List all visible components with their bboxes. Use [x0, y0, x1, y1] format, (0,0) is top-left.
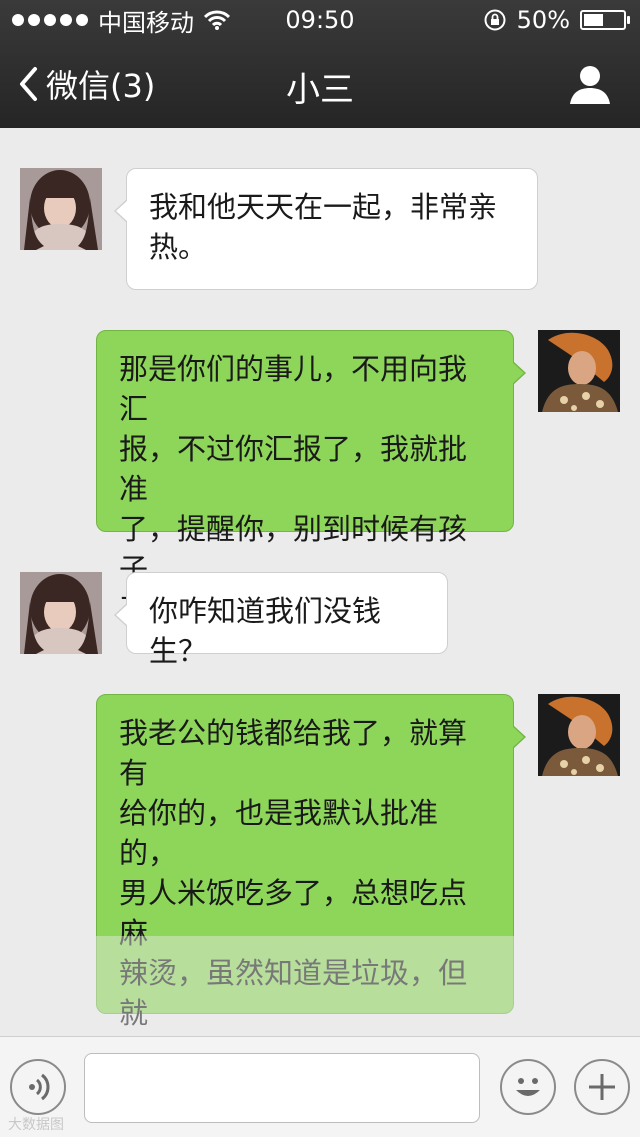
- message-input[interactable]: [84, 1053, 480, 1123]
- voice-icon: [29, 1073, 50, 1101]
- input-bar: [0, 1036, 640, 1137]
- plus-button[interactable]: [574, 1059, 630, 1115]
- battery-level: [584, 14, 603, 26]
- person-icon: [570, 66, 610, 104]
- profile-button[interactable]: [568, 62, 612, 106]
- message-bubble-incoming[interactable]: 我和他天天在一起，非常亲 热。: [114, 168, 538, 290]
- emoji-icon: [516, 1078, 540, 1096]
- chat-area[interactable]: 我和他天天在一起，非常亲 热。 那是你们的事儿，不用向我汇 报，不过你汇报了，我…: [0, 128, 640, 1036]
- nav-bar: 微信(3) 小三: [0, 40, 640, 128]
- my-avatar-image: [538, 330, 620, 412]
- contact-avatar[interactable]: [20, 168, 102, 250]
- my-avatar[interactable]: [538, 694, 620, 776]
- watermark: 大数据图: [8, 1117, 64, 1133]
- message-bubble-incoming[interactable]: 你咋知道我们没钱生？: [114, 572, 448, 668]
- rotation-lock-icon: [484, 9, 506, 31]
- plus-icon: [589, 1074, 615, 1100]
- message-bubble-outgoing[interactable]: 我老公的钱都给我了，就算有 给你的，也是我默认批准的， 男人米饭吃多了，总想吃点…: [96, 694, 526, 1030]
- top-bar: 中国移动 09:50 50% 微信(3) 小三: [0, 0, 640, 128]
- emoji-button[interactable]: [500, 1059, 556, 1115]
- contact-avatar[interactable]: [20, 572, 102, 654]
- my-avatar-image: [538, 694, 620, 776]
- my-avatar[interactable]: [538, 330, 620, 412]
- status-bar: 中国移动 09:50 50%: [0, 0, 640, 40]
- status-right: 50%: [483, 6, 630, 34]
- chat-title: 小三: [286, 70, 354, 110]
- contact-avatar-image: [20, 168, 102, 250]
- voice-button[interactable]: [10, 1059, 66, 1115]
- contact-avatar-image: [20, 572, 102, 654]
- battery-icon: [580, 10, 630, 30]
- battery-percent: 50%: [516, 6, 570, 34]
- message-bubble-outgoing[interactable]: 那是你们的事儿，不用向我汇 报，不过你汇报了，我就批准 了，提醒你，别到时候有孩…: [96, 330, 526, 626]
